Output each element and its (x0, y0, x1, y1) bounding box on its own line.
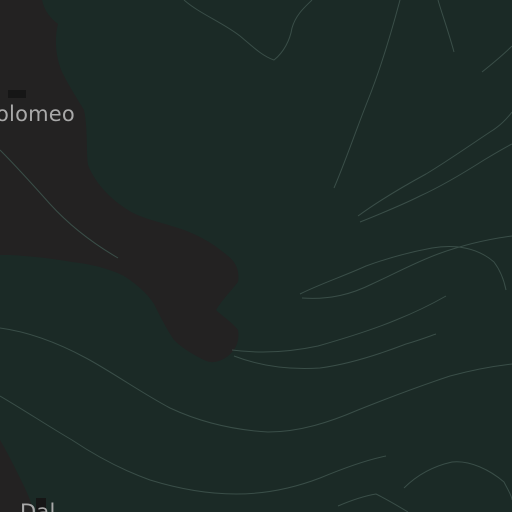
place-label-bottom: Dal (20, 500, 56, 512)
building-mark (8, 90, 26, 98)
map-canvas[interactable] (0, 0, 512, 512)
map-view[interactable]: olomeo Dal (0, 0, 512, 512)
place-label-top: olomeo (0, 102, 75, 126)
